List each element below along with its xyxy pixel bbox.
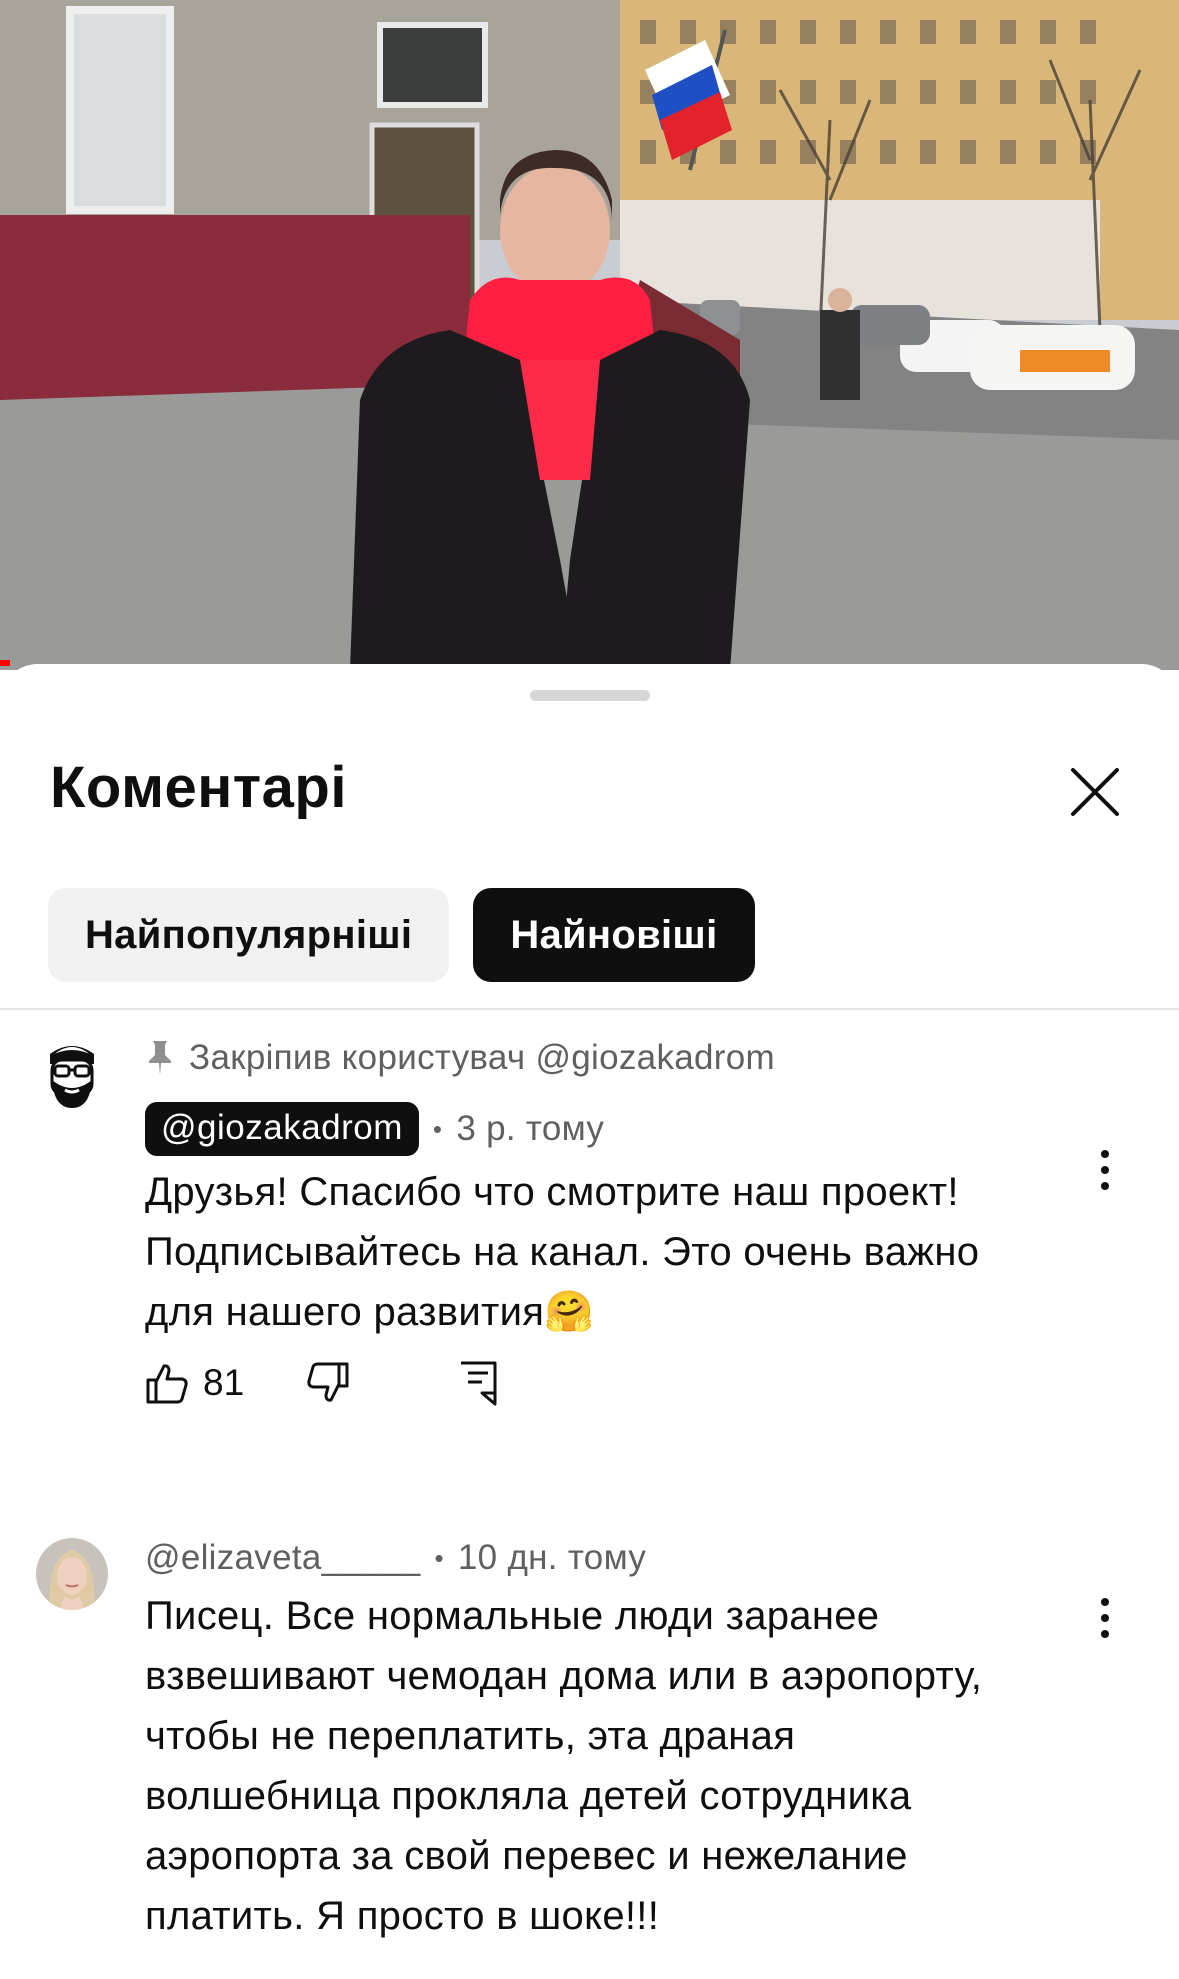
more-vert-icon (1101, 1150, 1109, 1190)
video-progress-bar[interactable] (0, 660, 10, 666)
sheet-title: Коментарі (50, 755, 347, 820)
separator-dot: • (432, 1113, 443, 1144)
comment-more-button[interactable] (1095, 1596, 1115, 1640)
comment-text: Друзья! Спасибо что смотрите наш проект!… (145, 1170, 980, 1334)
comment-actions: 81 (145, 1360, 498, 1406)
comment-more-button[interactable] (1095, 1148, 1115, 1192)
comment-header: @elizaveta_____ • 10 дн. тому (145, 1538, 646, 1578)
avatar[interactable] (36, 1538, 108, 1610)
sort-chips: Найпопулярніші Найновіші (48, 888, 755, 982)
reply-comment-icon (461, 1361, 497, 1406)
comment-header: @giozakadrom • 3 р. тому (145, 1102, 604, 1156)
comments-sheet: Коментарі Найпопулярніші Найновіші Закрі… (0, 664, 1179, 1979)
avatar-photo-woman-icon (36, 1538, 108, 1610)
more-vert-icon (1101, 1598, 1109, 1638)
pinned-by-text: Закріпив користувач @giozakadrom (189, 1038, 775, 1077)
separator-dot: • (434, 1542, 444, 1573)
chip-top-comments[interactable]: Найпопулярніші (48, 888, 450, 982)
pin-icon (149, 1041, 171, 1075)
comment-time: 10 дн. тому (457, 1538, 647, 1577)
author-badge[interactable]: @giozakadrom (145, 1102, 419, 1156)
sheet-drag-handle[interactable] (530, 690, 650, 701)
avatar-bearded-man-icon (36, 1038, 108, 1110)
close-icon (1071, 768, 1119, 816)
like-count: 81 (203, 1362, 245, 1403)
reply-button[interactable] (458, 1360, 498, 1406)
thumbs-up-icon (146, 1364, 188, 1404)
close-button[interactable] (1065, 762, 1125, 822)
divider (0, 1008, 1179, 1010)
video-frame (0, 0, 1179, 670)
video-player[interactable] (0, 0, 1179, 670)
comment-time: 3 р. тому (456, 1109, 605, 1148)
dislike-button[interactable] (306, 1361, 350, 1405)
chip-newest-first[interactable]: Найновіші (473, 888, 755, 982)
thumbs-down-icon (307, 1362, 349, 1402)
pinned-label: Закріпив користувач @giozakadrom (145, 1038, 775, 1078)
like-button[interactable]: 81 (145, 1361, 244, 1405)
author-name[interactable]: @elizaveta_____ (145, 1538, 421, 1578)
avatar[interactable] (36, 1038, 108, 1110)
comment-text: Писец. Все нормальные люди заранее взвеш… (145, 1594, 983, 1938)
